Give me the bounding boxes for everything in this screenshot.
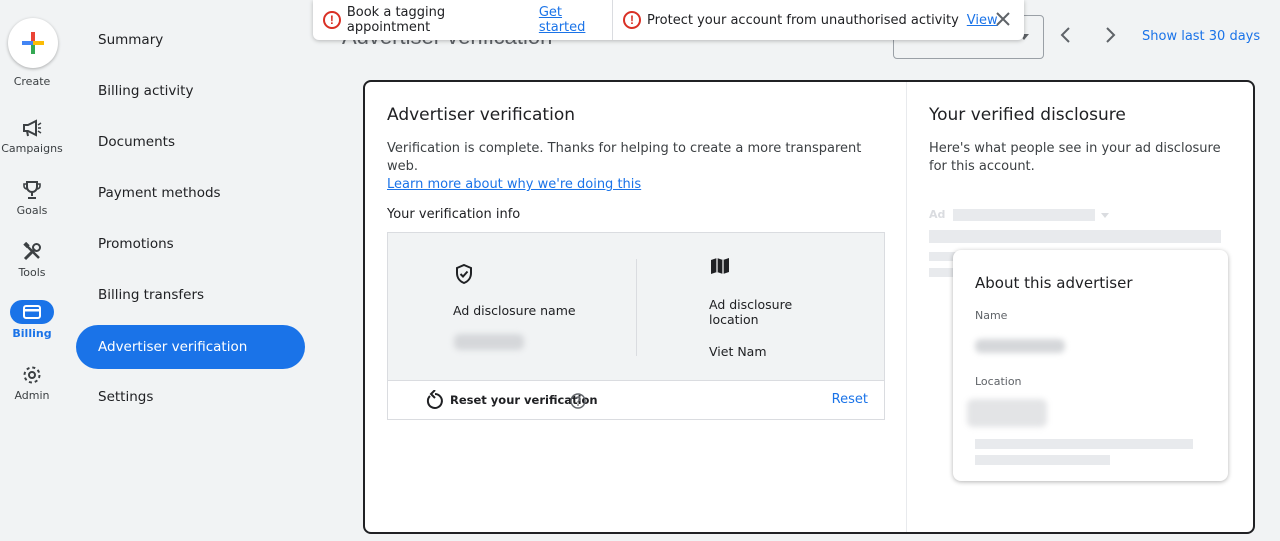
advertiser-name-label: Name [975,309,1008,322]
map-icon [711,258,729,274]
subnav-item-payment-methods[interactable]: Payment methods [76,171,305,215]
about-advertiser-title: About this advertiser [975,274,1133,292]
rail-item-label: Billing [12,327,52,340]
subnav-item-advertiser-verification[interactable]: Advertiser verification [76,325,305,369]
help-icon[interactable] [570,393,586,409]
rail-item-billing[interactable]: Billing [0,300,64,340]
plus-icon [22,32,44,54]
rail-item-goals[interactable]: Goals [0,179,64,217]
rail-item-label: Campaigns [1,142,63,155]
rail-item-admin[interactable]: Admin [0,364,64,402]
create-label: Create [13,75,51,88]
disclosure-description: Here's what people see in your ad disclo… [929,141,1221,174]
disclosure-title: Your verified disclosure [929,105,1126,125]
subnav-item-billing-activity[interactable]: Billing activity [76,69,305,113]
get-started-link[interactable]: Get started [539,5,612,35]
verification-info-title: Your verification info [387,207,521,222]
trophy-icon [23,181,41,199]
rail-item-tools[interactable]: Tools [0,241,64,279]
tools-icon [23,242,41,261]
reset-button[interactable]: Reset [832,392,868,407]
ad-badge: Ad [929,208,946,221]
ad-disclosure-location-label: Ad disclosure location [709,297,793,327]
reset-row: Reset your verification Reset [388,380,884,419]
verification-info-panel: Ad disclosure name Ad disclosure locatio… [388,233,884,380]
left-rail: Create Campaigns Goals Tools Billing Adm… [0,0,64,541]
chevron-left-icon[interactable] [1056,25,1076,45]
notification-security: ! Protect your account from unauthorised… [613,0,998,40]
skeleton-line [953,209,1095,221]
rail-item-campaigns[interactable]: Campaigns [0,117,64,155]
notification-bar: ! Book a tagging appointment Get started… [313,0,1024,40]
verification-card: Advertiser verification Verification is … [363,80,1255,534]
rail-item-label: Admin [14,389,50,402]
advertiser-location-label: Location [975,375,1022,388]
subnav-item-summary[interactable]: Summary [76,18,305,62]
skeleton-line [975,439,1193,449]
subnav-item-billing-transfers[interactable]: Billing transfers [76,273,305,317]
close-icon[interactable] [994,10,1012,28]
skeleton-line [975,455,1110,465]
megaphone-icon [23,119,42,137]
subnav-item-documents[interactable]: Documents [76,120,305,164]
reset-icon [426,390,443,409]
notification-text: Book a tagging appointment [346,5,446,35]
alert-icon: ! [623,11,641,29]
skeleton-line [929,230,1221,243]
notification-tagging: ! Book a tagging appointment Get started [313,0,613,40]
info-separator [636,259,637,356]
rail-item-label: Goals [16,204,48,217]
shield-check-icon [456,264,472,284]
blurred-name-value [454,334,524,350]
blurred-advertiser-location [967,399,1047,427]
notification-text: Protect your account from unauthorised a… [647,12,959,28]
verification-description-text: Verification is complete. Thanks for hel… [387,141,862,174]
view-link[interactable]: View [967,13,998,28]
rail-create-label-wrap: Create [0,72,64,88]
billing-card-icon [23,305,41,319]
create-button[interactable] [8,18,58,68]
about-advertiser-card: About this advertiser Name Location [953,250,1228,481]
alert-icon: ! [323,11,341,29]
verification-title: Advertiser verification [387,105,575,125]
ad-disclosure-name-label: Ad disclosure name [453,303,576,318]
card-divider [906,82,907,532]
subnav-item-settings[interactable]: Settings [76,375,305,419]
rail-item-label: Tools [18,266,46,279]
chevron-right-icon[interactable] [1100,25,1120,45]
verification-description: Verification is complete. Thanks for hel… [387,140,867,194]
caret-down-icon [1101,213,1109,218]
gear-icon [23,366,41,384]
subnav-item-promotions[interactable]: Promotions [76,222,305,266]
show-last-30-days-link[interactable]: Show last 30 days [1142,29,1260,44]
blurred-advertiser-name [975,339,1065,353]
learn-more-link[interactable]: Learn more about why we're doing this [387,177,641,192]
ad-disclosure-location-value: Viet Nam [709,344,767,359]
verification-info-box: Ad disclosure name Ad disclosure locatio… [387,232,885,420]
